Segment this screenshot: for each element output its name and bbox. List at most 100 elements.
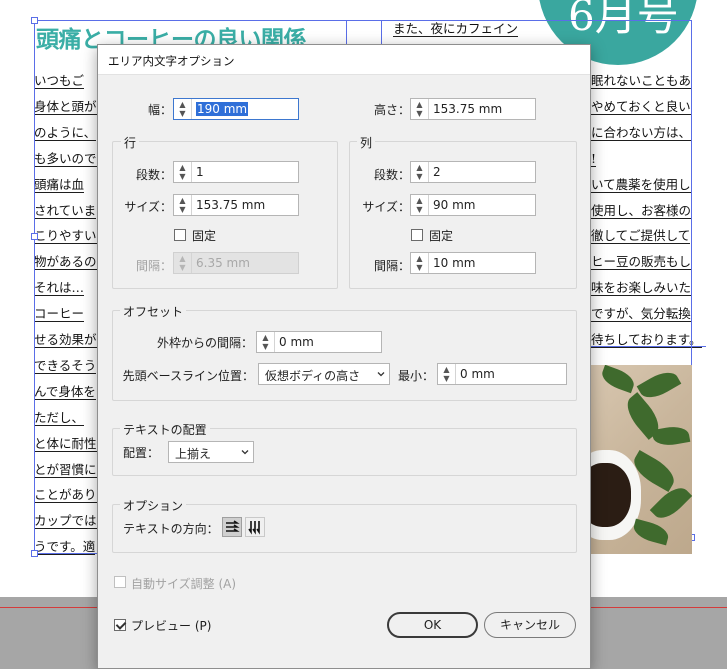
min-stepper[interactable]: ▲ ▼ [438, 364, 456, 384]
columns-count-label: 段数： [373, 168, 410, 182]
left-column-line: と体に耐性 [34, 435, 97, 452]
inset-spacing-value: 0 mm [279, 335, 314, 349]
right-column-line: に合わない方は、 [591, 124, 692, 141]
columns-count-stepper[interactable]: ▲ ▼ [411, 162, 429, 182]
height-stepper[interactable]: ▲ ▼ [411, 99, 429, 119]
left-column-line: とが習慣に [34, 461, 97, 478]
right-column-line: 味をお楽しみいた [591, 280, 692, 297]
frame-handle-top-left[interactable] [31, 17, 38, 24]
options-group-title: オプション [120, 497, 187, 514]
preview-label: プレビュー (P) [131, 619, 212, 633]
height-value: 153.75 mm [433, 102, 503, 116]
rows-gutter-field: ▲ ▼ 6.35 mm [173, 252, 299, 274]
left-column-line: せる効果が [34, 332, 97, 348]
columns-gutter-field[interactable]: ▲ ▼ 10 mm [410, 252, 536, 274]
columns-gutter-value: 10 mm [433, 256, 476, 270]
ok-button[interactable]: OK [387, 612, 478, 638]
text-flow-label: テキストの方向： [123, 522, 219, 536]
selection-frame-top [34, 20, 692, 21]
rows-count-stepper[interactable]: ▲ ▼ [174, 162, 192, 182]
right-column-top-line: また、夜にカフェイン [393, 21, 519, 37]
auto-size-label: 自動サイズ調整 (A) [131, 577, 237, 591]
first-baseline-value: 仮想ボディの高さ [265, 369, 361, 383]
align-select[interactable]: 上揃え [168, 441, 254, 463]
rows-count-value: 1 [196, 165, 204, 179]
right-column-line: いて農薬を使用し [591, 176, 691, 193]
columns-size-stepper[interactable]: ▲ ▼ [411, 195, 429, 215]
min-value: 0 mm [460, 367, 495, 381]
align-label: 配置： [123, 446, 160, 460]
rows-count-label: 段数： [135, 168, 172, 182]
min-field[interactable]: ▲ ▼ 0 mm [437, 363, 567, 385]
left-column-line: カップでは [34, 513, 97, 530]
left-column-line: 身体と頭が [34, 98, 97, 115]
left-column-line: それは… [34, 280, 85, 297]
rows-fixed-label: 固定 [192, 229, 217, 243]
rows-size-field[interactable]: ▲ ▼ 153.75 mm [173, 194, 299, 216]
width-value: 190 mm [196, 102, 249, 116]
left-column-line: できるそう [34, 357, 97, 374]
height-field[interactable]: ▲ ▼ 153.75 mm [410, 98, 536, 120]
offset-group [112, 310, 577, 401]
first-baseline-select[interactable]: 仮想ボディの高さ [258, 363, 390, 385]
dialog-title: エリア内文字オプション [108, 54, 235, 68]
first-baseline-label: 先頭ベースライン位置： [122, 369, 254, 383]
dialog-titlebar[interactable]: エリア内文字オプション [98, 45, 590, 75]
left-column-line: されていま [34, 202, 97, 219]
width-field[interactable]: ▲ ▼ 190 mm [173, 98, 299, 120]
rows-size-stepper[interactable]: ▲ ▼ [174, 195, 192, 215]
columns-fixed-checkbox[interactable] [411, 229, 423, 241]
align-value: 上揃え [175, 447, 212, 461]
left-column-line: こりやすい [34, 228, 97, 245]
chevron-down-icon [241, 450, 249, 455]
alignment-group-title: テキストの配置 [120, 421, 210, 438]
cancel-button[interactable]: キャンセル [484, 612, 576, 638]
coffee-liquid-shape [591, 463, 631, 527]
left-column-line: ただし、 [34, 409, 85, 426]
rows-gutter-value: 6.35 mm [196, 256, 250, 270]
columns-gutter-label: 間隔： [373, 259, 410, 273]
preview-checkbox[interactable] [114, 619, 126, 631]
rows-size-label: サイズ： [124, 200, 172, 214]
leaf-shape [636, 366, 682, 404]
left-column-line: 頭痛は血 [34, 176, 85, 193]
min-label: 最小： [397, 369, 434, 383]
text-flow-by-columns-icon [248, 521, 260, 535]
frame-handle-left-mid[interactable] [31, 233, 38, 240]
coffee-leaves-photo [591, 365, 692, 554]
left-column-line: いつもご [34, 73, 85, 89]
auto-size-checkbox [114, 576, 126, 588]
columns-size-field[interactable]: ▲ ▼ 90 mm [410, 194, 536, 216]
leaf-shape [598, 365, 638, 394]
left-column-line: も多いので [34, 150, 97, 167]
columns-gutter-stepper[interactable]: ▲ ▼ [411, 253, 429, 273]
right-column-line: ヒー豆の販売もし [591, 254, 692, 271]
frame-handle-bottom-left[interactable] [31, 550, 38, 557]
left-column-line: ことがあり [34, 487, 97, 504]
flow-rows-button[interactable] [222, 517, 242, 537]
columns-size-label: サイズ： [362, 200, 410, 214]
right-column-line: 眠れないこともあ [591, 73, 692, 89]
left-column-line: コーヒー [34, 306, 85, 323]
left-column-line: 物があるの [34, 254, 97, 271]
inset-spacing-field[interactable]: ▲ ▼ 0 mm [256, 331, 382, 353]
inset-spacing-label: 外枠からの間隔： [156, 336, 253, 350]
leaf-shape [649, 481, 692, 525]
columns-count-field[interactable]: ▲ ▼ 2 [410, 161, 536, 183]
width-stepper[interactable]: ▲ ▼ [174, 99, 192, 119]
flow-columns-button[interactable] [245, 517, 265, 537]
rows-gutter-stepper: ▲ ▼ [174, 253, 192, 273]
right-column-line: ! [591, 150, 597, 167]
inset-spacing-stepper[interactable]: ▲ ▼ [257, 332, 275, 352]
left-column-line: んで身体を [34, 383, 96, 400]
columns-fixed-label: 固定 [429, 229, 454, 243]
rows-count-field[interactable]: ▲ ▼ 1 [173, 161, 299, 183]
leaf-shape [631, 518, 671, 546]
columns-group-title: 列 [357, 134, 376, 151]
rows-group-title: 行 [121, 134, 140, 151]
left-column-line: のように、 [34, 124, 97, 141]
right-column-line: やめておくと良い [591, 98, 691, 115]
rows-fixed-checkbox[interactable] [174, 229, 186, 241]
text-flow-by-rows-icon [226, 520, 240, 532]
area-type-options-dialog: エリア内文字オプション 幅： ▲ ▼ 190 mm 高さ： ▲ ▼ 153.75 m… [97, 44, 591, 669]
